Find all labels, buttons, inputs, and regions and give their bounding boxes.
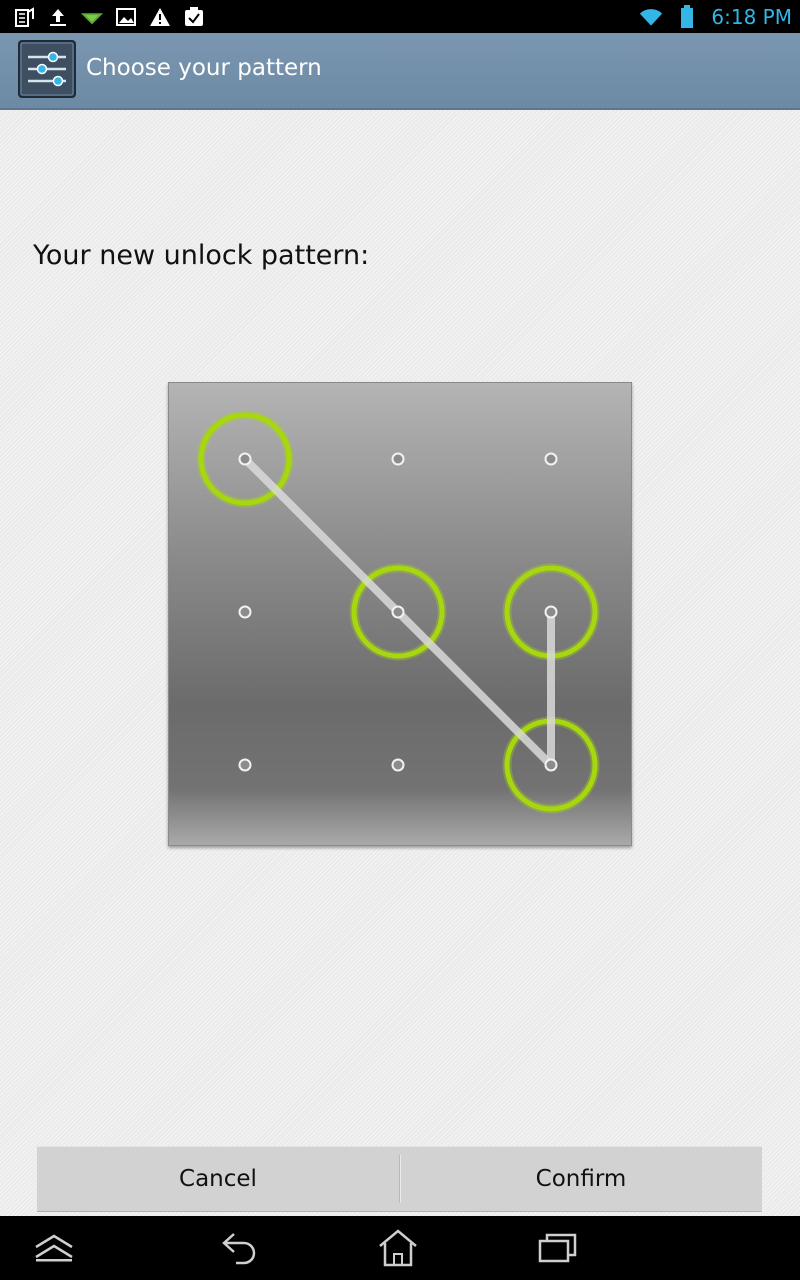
- pattern-pad[interactable]: [168, 382, 632, 846]
- button-bar: Cancel Confirm: [37, 1146, 762, 1212]
- pattern-node-8[interactable]: [391, 758, 405, 772]
- task-icon: [182, 5, 206, 29]
- warning-icon: [148, 5, 172, 29]
- cancel-button[interactable]: Cancel: [37, 1147, 399, 1211]
- back-icon[interactable]: [200, 1216, 280, 1280]
- pattern-connector-line: [394, 608, 555, 769]
- menu-up-icon[interactable]: [14, 1216, 94, 1280]
- notification-icons: [12, 4, 206, 30]
- action-bar: Choose your pattern: [0, 33, 800, 110]
- pattern-node-3[interactable]: [544, 452, 558, 466]
- pattern-heading: Your new unlock pattern:: [33, 240, 370, 271]
- status-clock: 6:18 PM: [711, 5, 792, 29]
- pattern-node-6[interactable]: [544, 605, 558, 619]
- pattern-node-7[interactable]: [238, 758, 252, 772]
- system-icons: 6:18 PM: [639, 4, 792, 30]
- pattern-node-4[interactable]: [238, 605, 252, 619]
- upload-icon: [46, 5, 70, 29]
- pattern-node-9[interactable]: [544, 758, 558, 772]
- pattern-node-5[interactable]: [391, 605, 405, 619]
- confirm-button[interactable]: Confirm: [400, 1147, 762, 1211]
- signal-icon: [80, 5, 104, 29]
- settings-sliders-icon[interactable]: [18, 40, 76, 98]
- wifi-icon: [639, 5, 663, 29]
- pattern-node-1[interactable]: [238, 452, 252, 466]
- battery-icon: [675, 5, 699, 29]
- image-icon: [114, 5, 138, 29]
- sim-card-icon: [12, 5, 36, 29]
- status-bar: 6:18 PM: [0, 0, 800, 33]
- home-icon[interactable]: [358, 1216, 438, 1280]
- pattern-node-2[interactable]: [391, 452, 405, 466]
- pattern-canvas[interactable]: [169, 383, 631, 845]
- page-title: Choose your pattern: [86, 55, 322, 81]
- navigation-bar: [0, 1216, 800, 1280]
- recent-apps-icon[interactable]: [518, 1216, 598, 1280]
- pattern-connector-line: [241, 455, 402, 616]
